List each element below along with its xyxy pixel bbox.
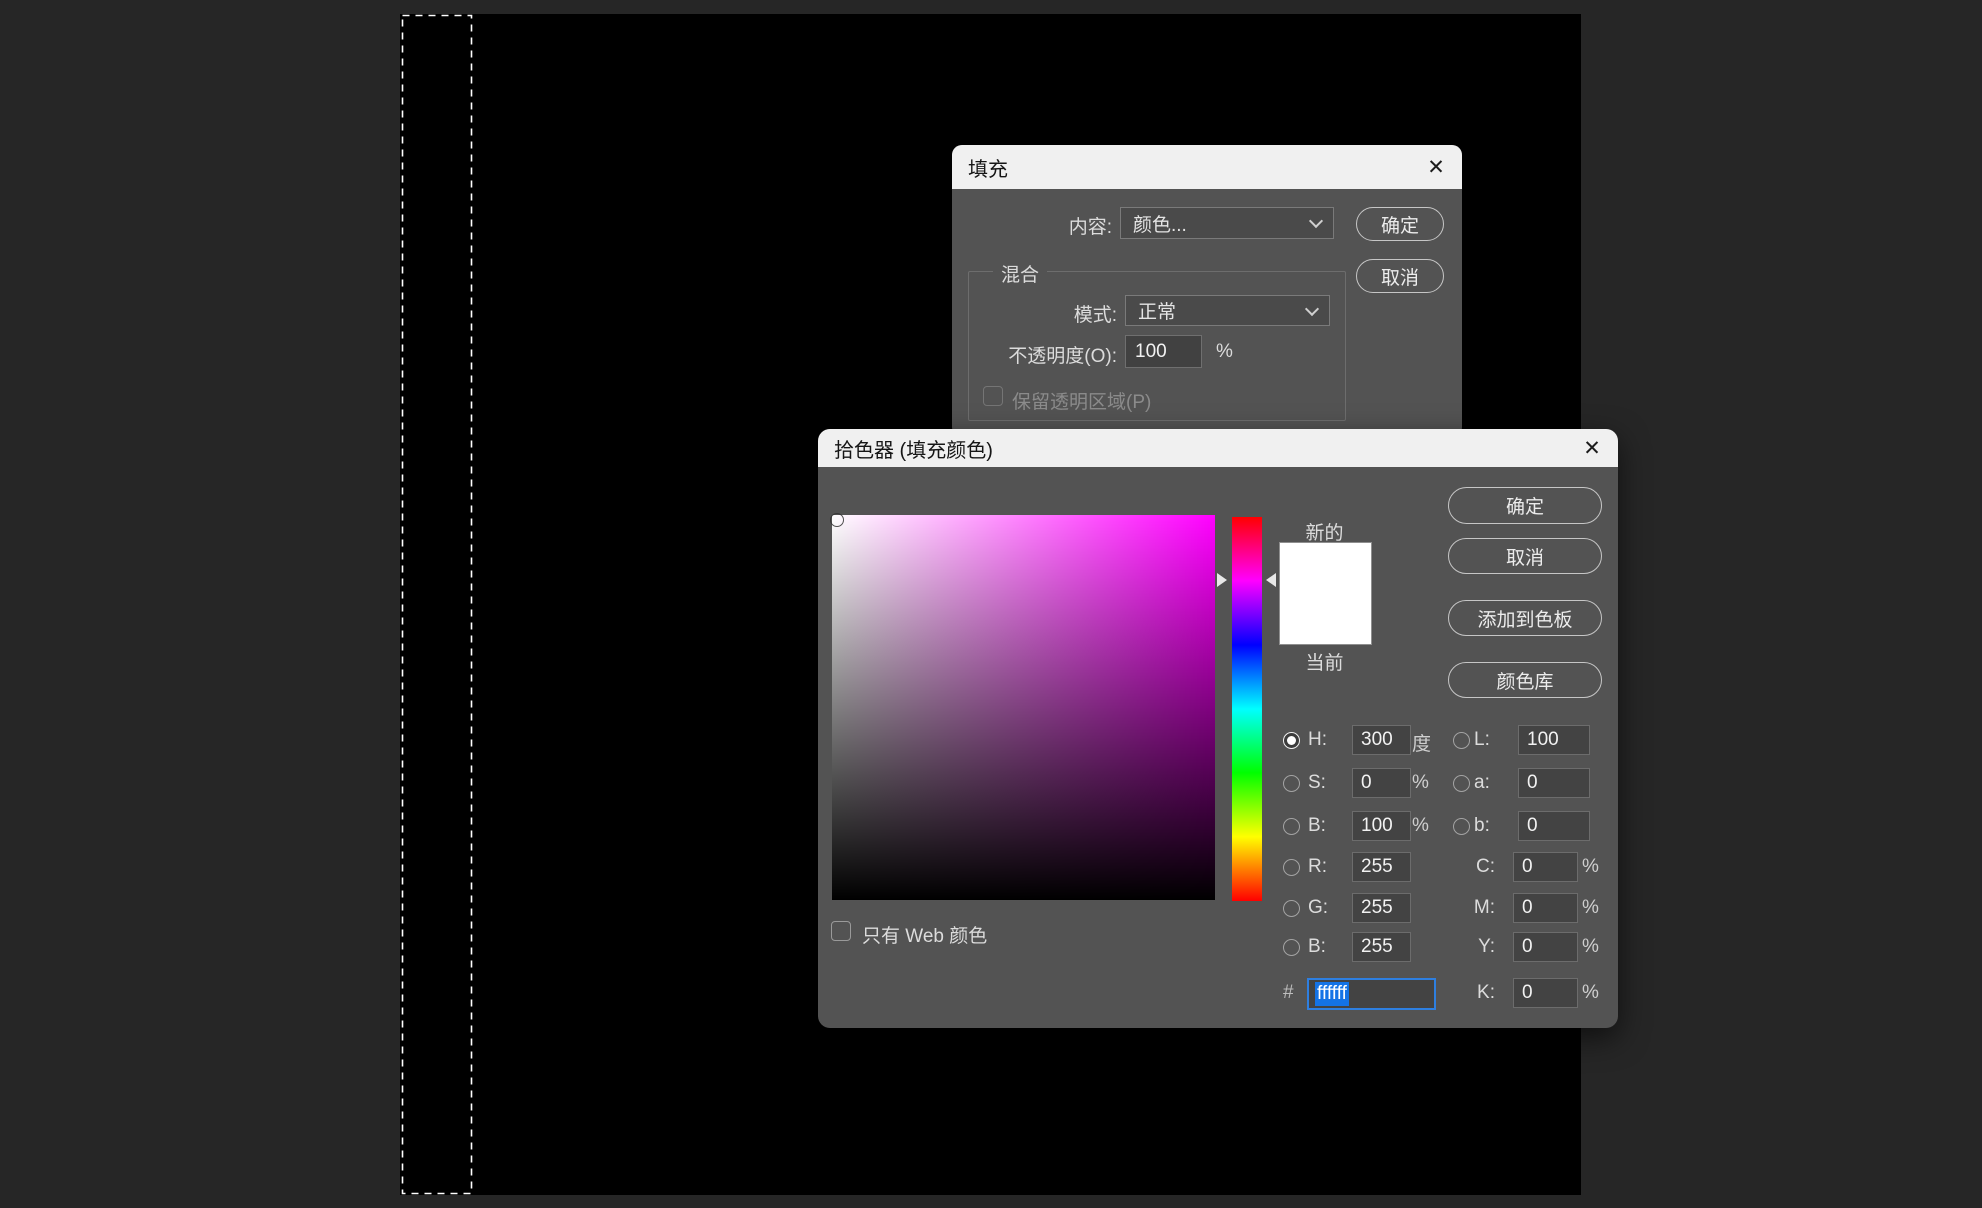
selection-marching-ants[interactable] <box>401 14 474 1196</box>
b-unit: % <box>1412 815 1429 837</box>
g-input[interactable]: 255 <box>1352 893 1411 923</box>
k-unit: % <box>1582 982 1599 1004</box>
h-unit: 度 <box>1412 729 1431 756</box>
opacity-unit: % <box>1216 341 1233 363</box>
r-input[interactable]: 255 <box>1352 852 1411 882</box>
chevron-down-icon <box>1305 301 1319 315</box>
radio-s[interactable] <box>1283 775 1300 792</box>
new-current-color-swatch <box>1279 542 1372 645</box>
hex-input-selected-text: ffffff <box>1315 982 1349 1006</box>
s-input[interactable]: 0 <box>1352 768 1411 798</box>
b2-input[interactable]: 255 <box>1352 932 1411 962</box>
r-label: R: <box>1308 856 1327 878</box>
k-label: K: <box>1458 982 1495 1004</box>
radio-b2[interactable] <box>1283 939 1300 956</box>
b-lab-input[interactable]: 0 <box>1518 811 1590 841</box>
radio-g[interactable] <box>1283 900 1300 917</box>
preserve-transparency-checkbox[interactable] <box>983 386 1003 406</box>
radio-b-lab[interactable] <box>1453 818 1470 835</box>
radio-r[interactable] <box>1283 859 1300 876</box>
hex-input[interactable]: ffffff <box>1307 978 1436 1010</box>
web-colors-label: 只有 Web 颜色 <box>862 921 987 948</box>
h-input[interactable]: 300 <box>1352 725 1411 755</box>
l-input[interactable]: 100 <box>1518 725 1590 755</box>
picker-ok-button[interactable]: 确定 <box>1448 487 1602 524</box>
k-input[interactable]: 0 <box>1513 978 1578 1008</box>
hue-slider[interactable] <box>1232 517 1262 901</box>
y-label: Y: <box>1458 936 1495 958</box>
mode-dropdown[interactable]: 正常 <box>1125 295 1330 326</box>
g-label: G: <box>1308 897 1328 919</box>
color-libraries-button[interactable]: 颜色库 <box>1448 662 1602 698</box>
c-input[interactable]: 0 <box>1513 852 1578 882</box>
fill-dialog-close-icon[interactable]: ✕ <box>1410 145 1462 189</box>
m-label: M: <box>1458 897 1495 919</box>
color-field-marker-icon[interactable] <box>830 513 844 527</box>
b-label: B: <box>1308 815 1326 837</box>
l-label: L: <box>1474 729 1490 751</box>
b-input[interactable]: 100 <box>1352 811 1411 841</box>
m-input[interactable]: 0 <box>1513 893 1578 923</box>
y-unit: % <box>1582 936 1599 958</box>
content-label: 内容: <box>992 212 1112 239</box>
m-unit: % <box>1582 897 1599 919</box>
b2-label: B: <box>1308 936 1326 958</box>
c-unit: % <box>1582 856 1599 878</box>
opacity-label: 不透明度(O): <box>982 341 1117 368</box>
add-to-swatches-button[interactable]: 添加到色板 <box>1448 600 1602 636</box>
a-label: a: <box>1474 772 1490 794</box>
picker-close-icon[interactable]: ✕ <box>1566 429 1618 467</box>
blend-group-label: 混合 <box>993 260 1047 287</box>
fill-ok-button[interactable]: 确定 <box>1356 207 1444 241</box>
s-unit: % <box>1412 772 1429 794</box>
b-lab-label: b: <box>1474 815 1490 837</box>
content-dropdown-value: 颜色... <box>1121 210 1187 237</box>
radio-a[interactable] <box>1453 775 1470 792</box>
radio-h[interactable] <box>1283 732 1300 749</box>
picker-cancel-button[interactable]: 取消 <box>1448 538 1602 574</box>
fill-dialog: 填充 ✕ 内容: 颜色... 确定 取消 混合 模式: 正常 不透明度(O): … <box>952 145 1462 437</box>
mode-label: 模式: <box>1012 300 1117 327</box>
a-input[interactable]: 0 <box>1518 768 1590 798</box>
hue-slider-right-arrow-icon[interactable] <box>1266 573 1276 587</box>
preserve-transparency-label: 保留透明区域(P) <box>1012 387 1151 414</box>
new-color-label: 新的 <box>1279 518 1370 545</box>
hue-slider-left-arrow-icon[interactable] <box>1217 573 1227 587</box>
c-label: C: <box>1458 856 1495 878</box>
chevron-down-icon <box>1309 214 1323 228</box>
fill-cancel-button[interactable]: 取消 <box>1356 259 1444 293</box>
content-dropdown[interactable]: 颜色... <box>1120 207 1334 239</box>
fill-dialog-titlebar[interactable]: 填充 ✕ <box>952 145 1462 189</box>
y-input[interactable]: 0 <box>1513 932 1578 962</box>
web-colors-checkbox[interactable] <box>831 921 851 941</box>
color-picker-dialog: 拾色器 (填充颜色) ✕ 新的 当前 确定 取消 添加到色板 颜色库 H: 30… <box>818 429 1618 1028</box>
mode-dropdown-value: 正常 <box>1126 297 1176 324</box>
opacity-input[interactable]: 100 <box>1125 335 1202 368</box>
h-label: H: <box>1308 729 1327 751</box>
fill-dialog-title: 填充 <box>952 153 1008 182</box>
s-label: S: <box>1308 772 1326 794</box>
radio-b[interactable] <box>1283 818 1300 835</box>
radio-l[interactable] <box>1453 732 1470 749</box>
picker-title: 拾色器 (填充颜色) <box>818 434 993 463</box>
current-color-label: 当前 <box>1279 648 1370 675</box>
app-root: 填充 ✕ 内容: 颜色... 确定 取消 混合 模式: 正常 不透明度(O): … <box>0 0 1982 1208</box>
saturation-brightness-field[interactable] <box>832 515 1215 900</box>
hex-prefix: # <box>1283 982 1294 1004</box>
picker-titlebar[interactable]: 拾色器 (填充颜色) ✕ <box>818 429 1618 467</box>
